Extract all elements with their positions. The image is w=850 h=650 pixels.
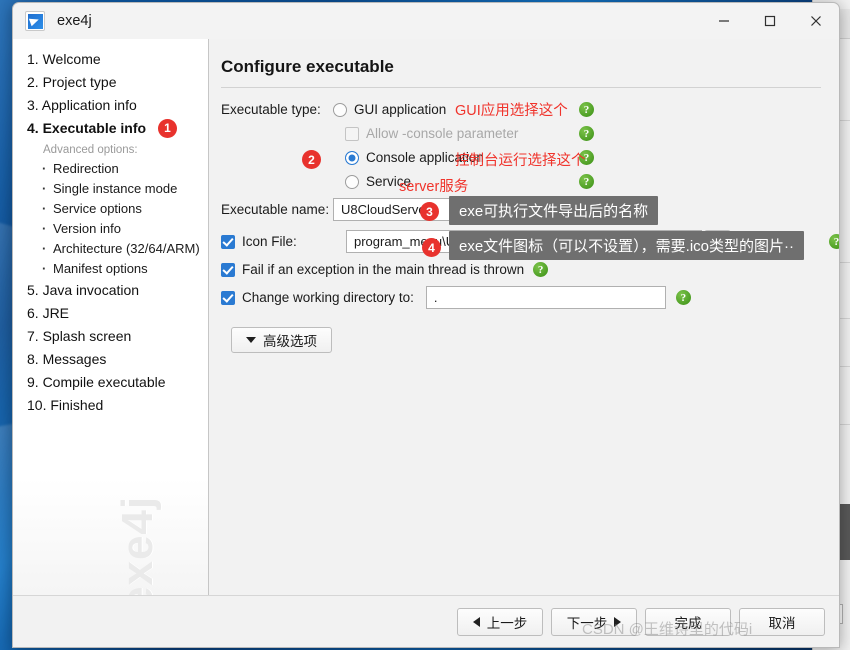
radio-gui-application[interactable]	[333, 102, 347, 117]
sidebar-item-single-instance-mode[interactable]: Single instance mode	[13, 178, 208, 198]
sidebar-watermark: exe4j	[113, 495, 162, 611]
checkbox-icon-file[interactable]	[221, 234, 235, 249]
sidebar-item-label: 2. Project type	[27, 73, 117, 90]
checkbox-icon-file-label: Icon File:	[242, 234, 297, 249]
checkbox-fail-on-exception-label: Fail if an exception in the main thread …	[242, 262, 525, 277]
sidebar-sub-label: Manifest options	[53, 260, 148, 276]
sidebar-item-project-type[interactable]: 2. Project type	[13, 70, 208, 93]
help-icon-fail-on-exception[interactable]: ?	[533, 262, 549, 277]
annotation-service-text: server服务	[399, 179, 469, 195]
sidebar-item-splash-screen[interactable]: 7. Splash screen	[13, 324, 208, 347]
annotation-badge-1: 1	[157, 118, 177, 138]
radio-gui-application-label: GUI application	[354, 102, 447, 117]
cancel-button-label: 取消	[768, 615, 796, 631]
annotation-console-text: 控制台运行选择这个	[455, 153, 586, 169]
sidebar-item-label: 6. JRE	[27, 304, 70, 321]
sidebar-item-label: 7. Splash screen	[27, 327, 132, 344]
sidebar-item-label: 5. Java invocation	[27, 281, 140, 298]
wizard-content-panel: Configure executable Executable type: GU…	[209, 39, 839, 647]
window-titlebar: exe4j	[13, 3, 839, 39]
tooltip-executable-name: exe可执行文件导出后的名称	[449, 196, 659, 225]
sidebar-item-java-invocation[interactable]: 5. Java invocation	[13, 278, 208, 301]
checkbox-fail-on-exception[interactable]	[221, 262, 235, 277]
window-controls	[701, 3, 839, 39]
help-icon-icon-file[interactable]: ?	[829, 234, 839, 249]
checkbox-change-working-directory[interactable]	[221, 290, 235, 305]
sidebar-item-compile-executable[interactable]: 9. Compile executable	[13, 370, 208, 393]
exe4j-rocket-icon	[25, 11, 45, 31]
sidebar-sub-label: Version info	[53, 220, 121, 236]
help-icon-gui[interactable]: ?	[579, 102, 594, 117]
sidebar-item-label: 1. Welcome	[27, 50, 101, 67]
minimize-icon[interactable]	[701, 3, 747, 39]
sidebar-item-label: 8. Messages	[27, 350, 107, 367]
sidebar-advanced-options-header: Advanced options:	[43, 144, 138, 156]
close-icon[interactable]	[793, 3, 839, 39]
sidebar-item-jre[interactable]: 6. JRE	[13, 301, 208, 324]
chevron-left-icon	[472, 616, 480, 627]
sidebar-sub-label: Architecture (32/64/ARM)	[53, 240, 200, 256]
tooltip-icon-file: exe文件图标（可以不设置），需要.ico类型的图片··	[449, 231, 805, 260]
advanced-options-button[interactable]: 高级选项	[231, 327, 332, 353]
working-directory-input[interactable]: .	[425, 286, 666, 309]
annotation-badge-3: 3	[420, 202, 439, 221]
sidebar-item-finished[interactable]: 10. Finished	[13, 393, 208, 416]
window-title: exe4j	[57, 13, 92, 29]
sidebar-item-label: 10. Finished	[27, 396, 104, 413]
title-divider	[221, 87, 821, 88]
sidebar-item-label: 9. Compile executable	[27, 373, 166, 390]
sidebar-item-label: 3. Application info	[27, 96, 137, 113]
sidebar-item-executable-info[interactable]: 4. Executable info 1	[13, 116, 208, 142]
sidebar-item-redirection[interactable]: Redirection	[13, 158, 208, 178]
annotation-badge-4: 4	[422, 238, 441, 257]
sidebar-sub-label: Single instance mode	[53, 180, 178, 196]
advanced-options-label: 高级选项	[263, 334, 317, 349]
back-button[interactable]: 上一步	[457, 607, 543, 636]
sidebar-item-service-options[interactable]: Service options	[13, 198, 208, 218]
sidebar-item-welcome[interactable]: 1. Welcome	[13, 47, 208, 70]
exe4j-wizard-window: exe4j 1. Welcome 2. Project type 3. Appl…	[12, 2, 840, 648]
sidebar-sub-label: Service options	[53, 200, 142, 216]
sidebar-item-label: 4. Executable info	[27, 119, 147, 136]
radio-console-application[interactable]	[345, 150, 359, 165]
help-icon-allow-console[interactable]: ?	[579, 126, 594, 141]
help-icon-working-directory[interactable]: ?	[675, 290, 691, 305]
annotation-gui-text: GUI应用选择这个	[455, 103, 568, 119]
sidebar-item-application-info[interactable]: 3. Application info	[13, 93, 208, 116]
back-button-label: 上一步	[486, 615, 528, 631]
executable-name-label: Executable name:	[221, 202, 330, 217]
csdn-watermark: CSDN @王维诗里的代码i	[582, 621, 753, 638]
checkbox-allow-console-label: Allow -console parameter	[366, 126, 519, 141]
sidebar-item-manifest-options[interactable]: Manifest options	[13, 258, 208, 278]
executable-type-label: Executable type:	[221, 102, 321, 117]
sidebar-item-architecture[interactable]: Architecture (32/64/ARM)	[13, 238, 208, 258]
wizard-step-sidebar[interactable]: 1. Welcome 2. Project type 3. Applicatio…	[13, 39, 209, 647]
help-icon-service[interactable]: ?	[579, 174, 594, 189]
sidebar-item-version-info[interactable]: Version info	[13, 218, 208, 238]
annotation-badge-2: 2	[302, 150, 321, 169]
sidebar-item-messages[interactable]: 8. Messages	[13, 347, 208, 370]
sidebar-sub-label: Redirection	[53, 160, 119, 176]
radio-service[interactable]	[345, 174, 359, 189]
checkbox-allow-console-parameter	[345, 126, 359, 141]
checkbox-change-working-directory-label: Change working directory to:	[242, 290, 414, 305]
page-title: Configure executable	[221, 57, 394, 76]
maximize-icon[interactable]	[747, 3, 793, 39]
chevron-down-icon	[246, 337, 256, 343]
